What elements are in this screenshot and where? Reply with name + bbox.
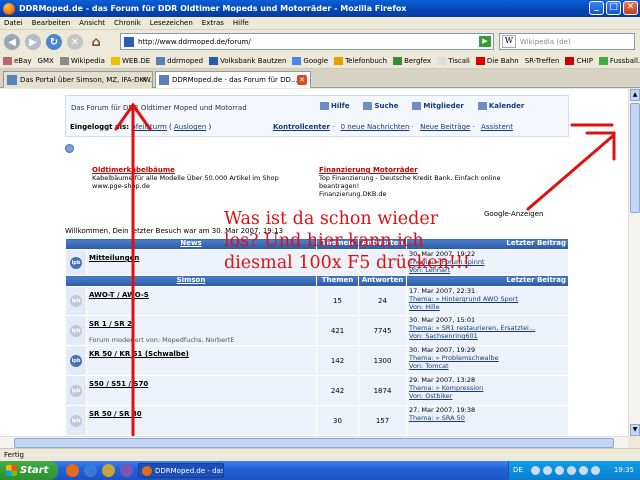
menu-chronik[interactable]: Chronik bbox=[114, 19, 141, 27]
menu-lesezeichen[interactable]: Lesezeichen bbox=[150, 19, 193, 27]
webde-icon bbox=[110, 57, 120, 65]
ie-quicklaunch-icon[interactable] bbox=[84, 464, 97, 477]
bookmarks-toolbar: eBay GMX Wikipedia WEB.DE ddrmoped Volks… bbox=[0, 54, 640, 69]
bookmark-chip[interactable]: CHIP bbox=[565, 57, 593, 65]
bookmark-srtreffen[interactable]: SR-Treffen bbox=[525, 57, 560, 65]
tab-ddrmoped[interactable]: DDRMoped.de - das Forum für DD... ✕ bbox=[155, 71, 311, 88]
menu-bearbeiten[interactable]: Bearbeiten bbox=[32, 19, 70, 27]
taskbar: Start DDRMoped.de - das ... DE 19:35 bbox=[0, 461, 640, 480]
telefonbuch-icon bbox=[334, 57, 344, 65]
vertical-scrollbar[interactable]: ▲ ▼ bbox=[628, 89, 640, 436]
menu-bar: Datei Bearbeiten Ansicht Chronik Lesezei… bbox=[0, 17, 640, 30]
status-text: Fertig bbox=[4, 451, 24, 459]
maximize-button[interactable]: □ bbox=[606, 1, 621, 15]
scroll-thumb[interactable] bbox=[630, 103, 640, 213]
bookmark-bergfex[interactable]: Bergfex bbox=[393, 57, 431, 65]
status-bar: Fertig bbox=[0, 448, 640, 461]
url-bar[interactable]: http://www.ddrmoped.de/forum/ ▶ bbox=[120, 33, 494, 50]
window-title: DDRMoped.de - das Forum für DDR Oldtimer… bbox=[19, 4, 407, 13]
search-placeholder: Wikipedia (de) bbox=[520, 37, 571, 46]
menu-ansicht[interactable]: Ansicht bbox=[79, 19, 105, 27]
db-icon bbox=[475, 57, 485, 65]
navigation-toolbar: ◀ ▶ ↻ ✕ ⌂ http://www.ddrmoped.de/forum/ … bbox=[0, 30, 640, 54]
ddrmoped-icon bbox=[156, 57, 166, 65]
horizontal-scrollbar[interactable] bbox=[0, 436, 628, 448]
bookmark-google[interactable]: Google bbox=[292, 57, 328, 65]
annotation-text: Was ist da schon wieder los? Und hier ka… bbox=[224, 209, 470, 273]
language-indicator[interactable]: DE bbox=[513, 466, 523, 474]
bookmark-ebay[interactable]: eBay bbox=[3, 57, 32, 65]
firefox-quicklaunch-icon[interactable] bbox=[66, 464, 79, 477]
chip-icon bbox=[565, 57, 575, 65]
bookmark-volksbank[interactable]: Volksbank Bautzen bbox=[209, 57, 286, 65]
site-favicon-icon bbox=[124, 36, 134, 47]
tab-favicon-icon bbox=[159, 75, 169, 85]
stop-icon[interactable]: ✕ bbox=[67, 34, 83, 50]
tab-portal[interactable]: Das Portal über Simson, MZ, IFA-DKW... ✕ bbox=[3, 71, 153, 88]
bookmark-gmx[interactable]: GMX bbox=[38, 57, 54, 65]
bookmark-tiscali[interactable]: Tiscali bbox=[437, 57, 470, 65]
media-quicklaunch-icon[interactable] bbox=[120, 464, 133, 477]
bookmark-diebahn[interactable]: Die Bahn bbox=[475, 57, 519, 65]
minimize-button[interactable]: _ bbox=[589, 1, 604, 15]
bookmark-telefonbuch[interactable]: Telefonbuch bbox=[334, 57, 387, 65]
window-titlebar[interactable]: DDRMoped.de - das Forum für DDR Oldtimer… bbox=[0, 0, 640, 17]
hscroll-thumb[interactable] bbox=[14, 438, 614, 448]
page-content: Das Forum für DDR Oldtimer Moped und Mot… bbox=[0, 89, 628, 436]
menu-extras[interactable]: Extras bbox=[202, 19, 224, 27]
back-arrow-icon[interactable]: ◀ bbox=[4, 34, 20, 50]
home-icon[interactable]: ⌂ bbox=[88, 34, 104, 50]
wikipedia-logo-icon[interactable]: W bbox=[502, 35, 516, 48]
url-text: http://www.ddrmoped.de/forum/ bbox=[138, 37, 251, 46]
system-tray: DE 19:35 bbox=[508, 461, 640, 480]
firefox-icon bbox=[3, 2, 15, 15]
tab-close-icon[interactable]: ✕ bbox=[297, 75, 307, 85]
close-button[interactable]: ✕ bbox=[623, 1, 638, 15]
clock[interactable]: 19:35 bbox=[614, 466, 634, 474]
arrow-diagonal bbox=[526, 133, 616, 211]
bergfex-icon bbox=[393, 57, 403, 65]
start-button[interactable]: Start bbox=[0, 461, 58, 480]
explorer-quicklaunch-icon[interactable] bbox=[102, 464, 115, 477]
bookmark-fussball[interactable]: Fussball.de bbox=[598, 57, 640, 65]
windows-logo-icon bbox=[6, 465, 17, 476]
firefox-task-icon bbox=[142, 466, 152, 476]
tab-favicon-icon bbox=[7, 75, 17, 85]
bookmark-wikipedia[interactable]: Wikipedia bbox=[59, 57, 105, 65]
bookmark-webde[interactable]: WEB.DE bbox=[110, 57, 150, 65]
tiscali-icon bbox=[437, 57, 447, 65]
ebay-icon bbox=[3, 57, 12, 65]
menu-datei[interactable]: Datei bbox=[4, 19, 23, 27]
taskbar-firefox-item[interactable]: DDRMoped.de - das ... bbox=[138, 463, 224, 478]
go-arrow-icon[interactable]: ▶ bbox=[479, 36, 491, 47]
wikipedia-icon bbox=[59, 57, 69, 65]
volksbank-icon bbox=[209, 57, 219, 65]
menu-hilfe[interactable]: Hilfe bbox=[233, 19, 249, 27]
tray-icon[interactable] bbox=[567, 466, 576, 475]
search-box[interactable]: W Wikipedia (de) bbox=[499, 33, 635, 50]
tray-icon[interactable] bbox=[543, 466, 552, 475]
scroll-up-icon[interactable]: ▲ bbox=[630, 89, 640, 101]
google-icon bbox=[292, 57, 302, 65]
reload-icon[interactable]: ↻ bbox=[46, 34, 62, 50]
fussball-icon bbox=[598, 57, 608, 65]
scroll-down-icon[interactable]: ▼ bbox=[630, 424, 640, 436]
tray-icon[interactable] bbox=[579, 466, 588, 475]
tab-bar: Das Portal über Simson, MZ, IFA-DKW... ✕… bbox=[0, 69, 640, 88]
tab-close-icon[interactable]: ✕ bbox=[139, 75, 149, 85]
forward-arrow-icon[interactable]: ▶ bbox=[25, 34, 41, 50]
tray-icon[interactable] bbox=[555, 466, 564, 475]
tray-icon[interactable] bbox=[531, 466, 540, 475]
bookmark-ddrmoped[interactable]: ddrmoped bbox=[156, 57, 203, 65]
tray-icon[interactable] bbox=[591, 466, 600, 475]
